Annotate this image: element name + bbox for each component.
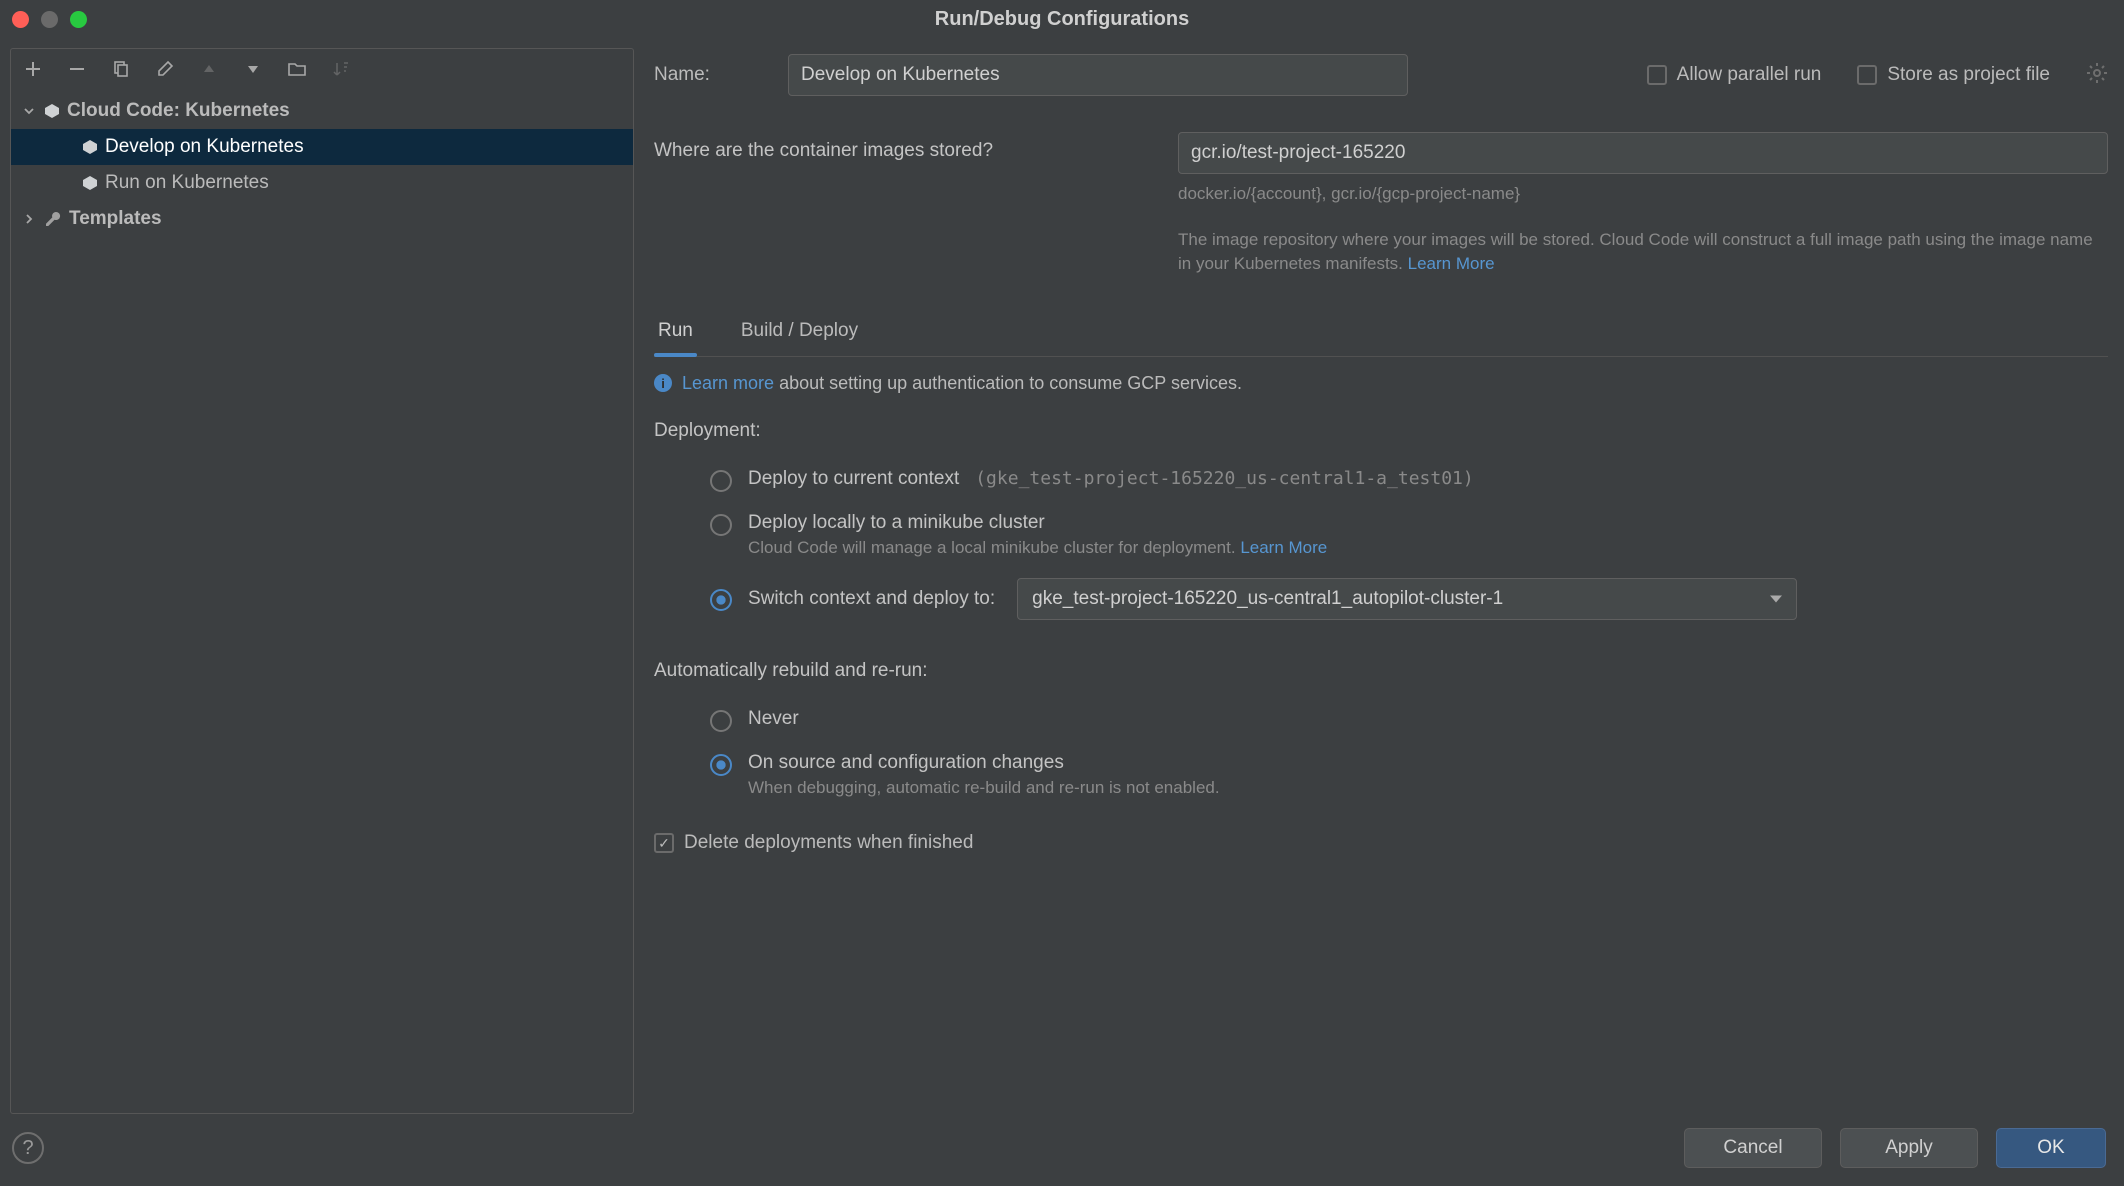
tree-node-templates[interactable]: Templates [11, 201, 633, 237]
radio-deploy-minikube[interactable]: Deploy locally to a minikube cluster Clo… [654, 502, 2108, 568]
image-repo-hint: docker.io/{account}, gcr.io/{gcp-project… [1178, 184, 2108, 204]
tree-label: Develop on Kubernetes [105, 136, 304, 158]
auth-info-text: about setting up authentication to consu… [774, 373, 1242, 393]
checkbox-icon [1647, 65, 1667, 85]
radio-label: Switch context and deploy to: [748, 588, 995, 610]
radio-never[interactable]: Never [654, 698, 2108, 742]
wrench-icon [43, 209, 63, 229]
window-title: Run/Debug Configurations [935, 8, 1189, 31]
checkbox-icon [654, 833, 674, 853]
maximize-window-icon[interactable] [70, 11, 87, 28]
titlebar: Run/Debug Configurations [0, 0, 2124, 38]
folder-button[interactable] [285, 57, 309, 81]
auth-info-row: i Learn more about setting up authentica… [654, 373, 2108, 394]
name-input[interactable] [788, 54, 1408, 96]
tree-node-run-on-k8s[interactable]: Run on Kubernetes [11, 165, 633, 201]
allow-parallel-label: Allow parallel run [1677, 64, 1822, 86]
tree-label: Cloud Code: Kubernetes [67, 100, 290, 122]
rebuild-radio-group: Never On source and configuration change… [654, 698, 2108, 808]
image-repo-input[interactable] [1178, 132, 2108, 174]
tree-label: Run on Kubernetes [105, 172, 269, 194]
tree-node-cloud-code[interactable]: Cloud Code: Kubernetes [11, 93, 633, 129]
cloud-code-icon [81, 174, 99, 192]
name-label: Name: [654, 64, 764, 86]
image-repo-description: The image repository where your images w… [1178, 228, 2108, 276]
current-context-value: (gke_test-project-165220_us-central1-a_t… [975, 468, 1474, 489]
cloud-code-icon [81, 138, 99, 156]
sidebar-toolbar [11, 49, 633, 89]
help-button[interactable]: ? [12, 1132, 44, 1164]
radio-label: On source and configuration changes [748, 752, 2108, 774]
move-down-button[interactable] [241, 57, 265, 81]
radio-deploy-current[interactable]: Deploy to current context (gke_test-proj… [654, 458, 2108, 502]
radio-label: Never [748, 708, 799, 730]
close-window-icon[interactable] [12, 11, 29, 28]
gear-icon[interactable] [2086, 62, 2108, 89]
sort-button[interactable] [329, 57, 353, 81]
config-sidebar: Cloud Code: Kubernetes Develop on Kubern… [10, 48, 634, 1114]
tab-run[interactable]: Run [654, 320, 697, 356]
info-icon: i [654, 374, 672, 392]
radio-icon [710, 710, 732, 732]
add-config-button[interactable] [21, 57, 45, 81]
minimize-window-icon[interactable] [41, 11, 58, 28]
learn-more-minikube-link[interactable]: Learn More [1240, 538, 1327, 557]
tabs: Run Build / Deploy [654, 320, 2108, 357]
radio-icon [710, 470, 732, 492]
store-project-label: Store as project file [1887, 64, 2050, 86]
learn-more-auth-link[interactable]: Learn more [682, 373, 774, 393]
context-combobox-value: gke_test-project-165220_us-central1_auto… [1032, 588, 1503, 610]
radio-icon [710, 589, 732, 611]
delete-deployments-checkbox[interactable]: Delete deployments when finished [654, 832, 2108, 854]
radio-label: Deploy to current context [748, 468, 959, 490]
window-controls [12, 11, 87, 28]
store-project-checkbox[interactable]: Store as project file [1857, 64, 2050, 86]
move-up-button[interactable] [197, 57, 221, 81]
form-area: Name: Allow parallel run Store as projec… [654, 48, 2114, 1114]
apply-button[interactable]: Apply [1840, 1128, 1978, 1168]
delete-deployments-label: Delete deployments when finished [684, 832, 973, 854]
radio-on-change[interactable]: On source and configuration changes When… [654, 742, 2108, 808]
radio-icon [710, 754, 732, 776]
allow-parallel-checkbox[interactable]: Allow parallel run [1647, 64, 1822, 86]
tree-label: Templates [69, 208, 162, 230]
chevron-down-icon [21, 103, 37, 119]
tree-node-develop-on-k8s[interactable]: Develop on Kubernetes [11, 129, 633, 165]
copy-config-button[interactable] [109, 57, 133, 81]
context-combobox[interactable]: gke_test-project-165220_us-central1_auto… [1017, 578, 1797, 620]
remove-config-button[interactable] [65, 57, 89, 81]
deployment-radio-group: Deploy to current context (gke_test-proj… [654, 458, 2108, 630]
cloud-code-icon [43, 102, 61, 120]
minikube-subtext: Cloud Code will manage a local minikube … [748, 538, 2108, 558]
radio-icon [710, 514, 732, 536]
tab-build-deploy[interactable]: Build / Deploy [737, 320, 862, 356]
radio-switch-context[interactable]: Switch context and deploy to: gke_test-p… [654, 568, 2108, 630]
cancel-button[interactable]: Cancel [1684, 1128, 1822, 1168]
dialog-footer: ? Cancel Apply OK [0, 1114, 2124, 1186]
image-repo-label: Where are the container images stored? [654, 132, 1158, 162]
chevron-right-icon [21, 211, 37, 227]
radio-label: Deploy locally to a minikube cluster [748, 512, 2108, 534]
config-tree: Cloud Code: Kubernetes Develop on Kubern… [11, 89, 633, 1113]
onchange-subtext: When debugging, automatic re-build and r… [748, 778, 2108, 798]
checkbox-icon [1857, 65, 1877, 85]
learn-more-link[interactable]: Learn More [1408, 254, 1495, 273]
rebuild-heading: Automatically rebuild and re-run: [654, 660, 2108, 682]
ok-button[interactable]: OK [1996, 1128, 2106, 1168]
edit-templates-button[interactable] [153, 57, 177, 81]
deployment-heading: Deployment: [654, 420, 2108, 442]
